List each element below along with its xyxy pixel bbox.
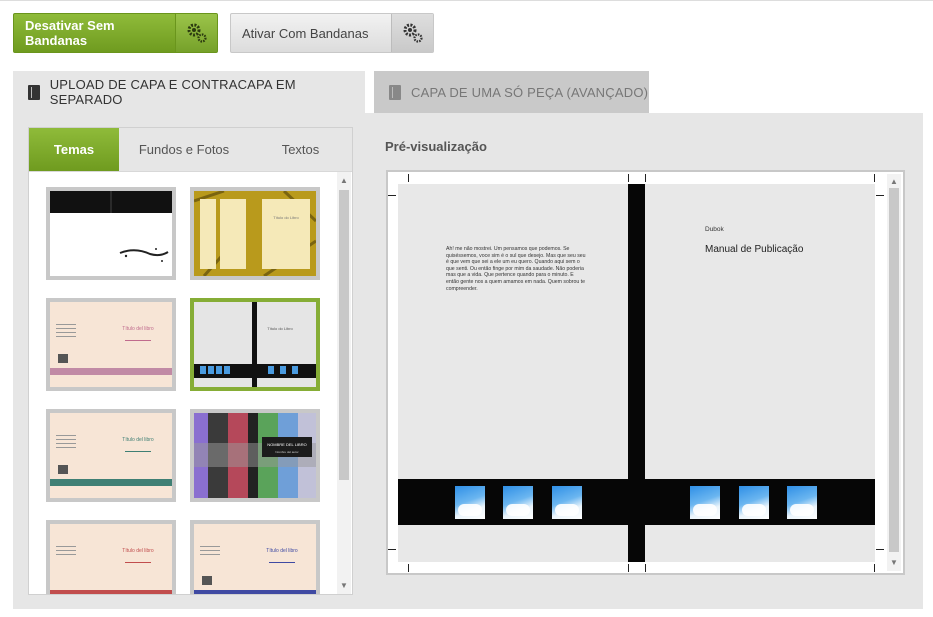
tab-themes[interactable]: Temas bbox=[29, 128, 119, 171]
preview-scrollbar[interactable]: ▲ ▼ bbox=[887, 174, 901, 571]
sky-photo bbox=[503, 486, 533, 519]
theme-grid: Título do Libro Título del libro Título … bbox=[29, 172, 337, 594]
book-icon bbox=[28, 84, 40, 100]
theme-thumbnail[interactable]: Título del libro bbox=[46, 520, 176, 594]
front-cover: Dubok Manual de Publicação bbox=[645, 184, 875, 562]
scroll-down-icon[interactable]: ▼ bbox=[890, 559, 898, 567]
scroll-up-icon[interactable]: ▲ bbox=[340, 177, 348, 185]
themes-panel: Temas Fundos e Fotos Textos Título do Li… bbox=[28, 127, 353, 595]
sky-photo bbox=[739, 486, 769, 519]
photo-strip bbox=[645, 479, 875, 525]
theme-thumbnail-selected[interactable]: Título do Libro bbox=[190, 298, 320, 391]
crop-mark bbox=[628, 174, 629, 182]
tab-single-piece-cover-label: CAPA DE UMA SÓ PEÇA (AVANÇADO) bbox=[411, 84, 649, 100]
spine bbox=[628, 184, 645, 562]
tab-single-piece-cover[interactable]: CAPA DE UMA SÓ PEÇA (AVANÇADO) bbox=[374, 71, 649, 113]
theme-thumbnail[interactable] bbox=[46, 187, 176, 280]
theme-thumbnail[interactable]: Título del libro bbox=[46, 409, 176, 502]
crop-mark bbox=[876, 549, 884, 550]
crop-mark bbox=[408, 174, 409, 182]
sky-photo bbox=[690, 486, 720, 519]
cover-preview: Ah! me não mostrei. Um pensamos que pode… bbox=[386, 170, 905, 575]
disable-bandanas-label: Desativar Sem Bandanas bbox=[25, 18, 115, 48]
theme-title: Título del libro bbox=[122, 437, 154, 443]
theme-thumbnail[interactable]: NOMBRE DEL LIBRO Nombre del autor bbox=[190, 409, 320, 502]
preview-heading: Pré-visualização bbox=[385, 139, 487, 154]
theme-title: Título del libro bbox=[122, 326, 154, 332]
crop-mark bbox=[628, 564, 629, 572]
tab-backgrounds-photos[interactable]: Fundos e Fotos bbox=[119, 128, 249, 171]
back-cover: Ah! me não mostrei. Um pensamos que pode… bbox=[398, 184, 628, 562]
scroll-up-icon[interactable]: ▲ bbox=[890, 178, 898, 186]
disable-bandanas-button[interactable]: Desativar Sem Bandanas bbox=[13, 13, 218, 53]
crop-mark bbox=[645, 174, 646, 182]
gear-icon[interactable] bbox=[391, 14, 433, 52]
theme-title: Título del libro bbox=[266, 548, 298, 554]
tab-texts[interactable]: Textos bbox=[249, 128, 352, 171]
book-icon bbox=[389, 84, 401, 100]
crop-mark bbox=[408, 564, 409, 572]
theme-thumbnail[interactable]: Título do Libro bbox=[190, 187, 320, 280]
sub-tabs: Temas Fundos e Fotos Textos bbox=[29, 128, 352, 172]
theme-thumbnail[interactable]: Título del libro bbox=[46, 298, 176, 391]
crop-mark bbox=[874, 564, 875, 572]
back-cover-text: Ah! me não mostrei. Um pensamos que pode… bbox=[446, 246, 586, 292]
scrollbar-thumb[interactable] bbox=[339, 190, 349, 480]
crop-mark bbox=[645, 564, 646, 572]
front-cover-author: Dubok bbox=[705, 226, 724, 233]
theme-title: Título do Libro bbox=[267, 326, 293, 331]
theme-title: Título del libro bbox=[122, 548, 154, 554]
sky-photo bbox=[455, 486, 485, 519]
top-divider bbox=[0, 0, 933, 1]
themes-scrollbar[interactable]: ▲ ▼ bbox=[337, 172, 351, 594]
theme-title: Título do Libro bbox=[273, 215, 299, 220]
enable-bandanas-label: Ativar Com Bandanas bbox=[242, 25, 369, 41]
sky-photo bbox=[552, 486, 582, 519]
front-cover-title: Manual de Publicação bbox=[705, 244, 804, 255]
theme-subtitle: Nombre del autor bbox=[275, 450, 298, 454]
crop-mark bbox=[874, 174, 875, 182]
tab-separate-cover[interactable]: UPLOAD DE CAPA E CONTRACAPA EM SEPARADO bbox=[13, 71, 365, 113]
photo-strip bbox=[398, 479, 628, 525]
crop-mark bbox=[388, 195, 396, 196]
theme-title: NOMBRE DEL LIBRO bbox=[267, 442, 306, 447]
sky-photo bbox=[787, 486, 817, 519]
crop-mark bbox=[876, 195, 884, 196]
scroll-down-icon[interactable]: ▼ bbox=[340, 582, 348, 590]
gear-icon[interactable] bbox=[175, 14, 217, 52]
crop-mark bbox=[388, 549, 396, 550]
tab-separate-cover-label: UPLOAD DE CAPA E CONTRACAPA EM SEPARADO bbox=[49, 77, 296, 107]
scrollbar-thumb[interactable] bbox=[889, 188, 899, 552]
enable-bandanas-button[interactable]: Ativar Com Bandanas bbox=[230, 13, 434, 53]
theme-thumbnail[interactable]: Título del libro bbox=[190, 520, 320, 594]
